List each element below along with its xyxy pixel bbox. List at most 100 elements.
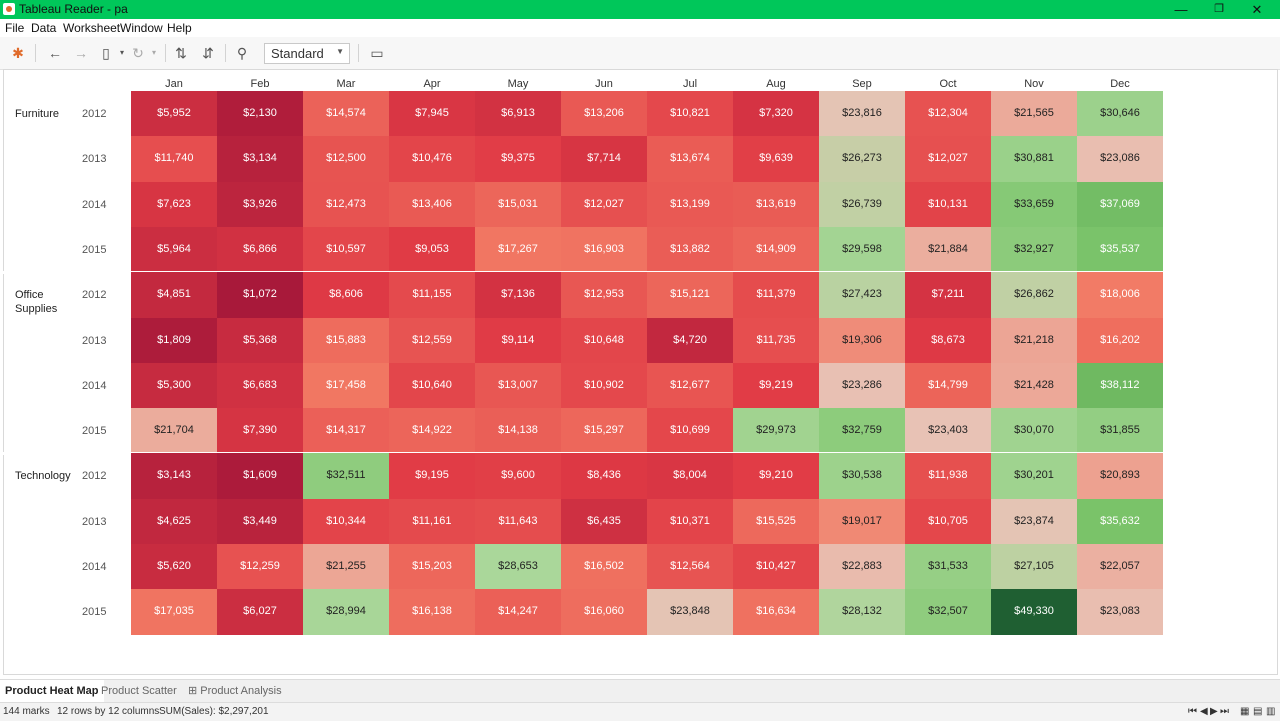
heatmap-cell[interactable]: $21,565: [991, 91, 1077, 137]
heatmap-cell[interactable]: $26,739: [819, 181, 905, 228]
heatmap-cell[interactable]: $1,609: [217, 453, 303, 500]
heatmap-cell[interactable]: $9,053: [389, 226, 475, 273]
heatmap-cell[interactable]: $2,130: [217, 91, 303, 137]
heatmap-cell[interactable]: $22,057: [1077, 544, 1163, 590]
heatmap-cell[interactable]: $28,994: [303, 589, 389, 636]
heatmap-cell[interactable]: $9,600: [475, 453, 561, 500]
heatmap-cell[interactable]: $10,476: [389, 136, 475, 183]
heatmap-cell[interactable]: $3,926: [217, 181, 303, 228]
heatmap-cell[interactable]: $9,210: [733, 453, 819, 500]
heatmap-cell[interactable]: $23,086: [1077, 136, 1163, 183]
heatmap-cell[interactable]: $6,866: [217, 226, 303, 273]
heatmap-cell[interactable]: $8,436: [561, 453, 647, 500]
heatmap-cell[interactable]: $5,368: [217, 317, 303, 364]
heatmap-cell[interactable]: $9,195: [389, 453, 475, 500]
heatmap-cell[interactable]: $3,143: [131, 453, 217, 500]
heatmap-cell[interactable]: $21,704: [131, 408, 217, 454]
heatmap-cell[interactable]: $7,211: [905, 272, 991, 318]
heatmap-cell[interactable]: $3,449: [217, 498, 303, 545]
heatmap-cell[interactable]: $5,964: [131, 226, 217, 273]
heatmap-cell[interactable]: $22,883: [819, 544, 905, 590]
heatmap-cell[interactable]: $23,874: [991, 498, 1077, 545]
heatmap-cell[interactable]: $16,634: [733, 589, 819, 636]
heatmap-cell[interactable]: $38,112: [1077, 362, 1163, 409]
heatmap-cell[interactable]: $30,646: [1077, 91, 1163, 137]
heatmap-cell[interactable]: $11,938: [905, 453, 991, 500]
heatmap-cell[interactable]: $5,300: [131, 362, 217, 409]
heatmap-cell[interactable]: $11,155: [389, 272, 475, 318]
heatmap-cell[interactable]: $10,131: [905, 181, 991, 228]
heatmap-cell[interactable]: $35,632: [1077, 498, 1163, 545]
heatmap-cell[interactable]: $31,533: [905, 544, 991, 590]
pin-icon[interactable]: ⚲: [233, 44, 251, 62]
heatmap-cell[interactable]: $15,031: [475, 181, 561, 228]
list-view-icon[interactable]: ▤: [1253, 706, 1262, 717]
heatmap-cell[interactable]: $19,017: [819, 498, 905, 545]
heatmap-cell[interactable]: $15,883: [303, 317, 389, 364]
heatmap-cell[interactable]: $6,435: [561, 498, 647, 545]
heatmap-cell[interactable]: $12,027: [561, 181, 647, 228]
heatmap-cell[interactable]: $15,121: [647, 272, 733, 318]
heatmap-cell[interactable]: $19,306: [819, 317, 905, 364]
heatmap-cell[interactable]: $11,735: [733, 317, 819, 364]
heatmap-cell[interactable]: $10,427: [733, 544, 819, 590]
heatmap-cell[interactable]: $26,273: [819, 136, 905, 183]
prev-sheet-icon[interactable]: ◀: [1200, 706, 1208, 717]
heatmap-cell[interactable]: $10,344: [303, 498, 389, 545]
heatmap-cell[interactable]: $14,922: [389, 408, 475, 454]
heatmap-cell[interactable]: $10,640: [389, 362, 475, 409]
heatmap-cell[interactable]: $10,371: [647, 498, 733, 545]
undo-icon[interactable]: ←: [46, 44, 64, 62]
heatmap-cell[interactable]: $37,069: [1077, 181, 1163, 228]
heatmap-cell[interactable]: $12,473: [303, 181, 389, 228]
heatmap-cell[interactable]: $32,759: [819, 408, 905, 454]
heatmap-cell[interactable]: $10,648: [561, 317, 647, 364]
heatmap-cell[interactable]: $7,320: [733, 91, 819, 137]
heatmap-cell[interactable]: $27,423: [819, 272, 905, 318]
heatmap-cell[interactable]: $14,317: [303, 408, 389, 454]
heatmap-cell[interactable]: $7,714: [561, 136, 647, 183]
heatmap-cell[interactable]: $23,286: [819, 362, 905, 409]
heatmap-cell[interactable]: $20,893: [1077, 453, 1163, 500]
heatmap-cell[interactable]: $8,606: [303, 272, 389, 318]
film-view-icon[interactable]: ▥: [1266, 706, 1275, 717]
maximize-button[interactable]: ❐: [1200, 0, 1238, 19]
menu-worksheet[interactable]: Worksheet: [63, 21, 120, 35]
heatmap-cell[interactable]: $14,909: [733, 226, 819, 273]
heatmap-cell[interactable]: $23,403: [905, 408, 991, 454]
heatmap-cell[interactable]: $30,881: [991, 136, 1077, 183]
heatmap-cell[interactable]: $6,683: [217, 362, 303, 409]
heatmap-cell[interactable]: $4,625: [131, 498, 217, 545]
heatmap-cell[interactable]: $15,297: [561, 408, 647, 454]
heatmap-cell[interactable]: $13,674: [647, 136, 733, 183]
heatmap-cell[interactable]: $14,138: [475, 408, 561, 454]
heatmap-cell[interactable]: $13,199: [647, 181, 733, 228]
heatmap-cell[interactable]: $14,574: [303, 91, 389, 137]
menu-data[interactable]: Data: [31, 21, 56, 35]
heatmap-cell[interactable]: $26,862: [991, 272, 1077, 318]
heatmap-cell[interactable]: $32,927: [991, 226, 1077, 273]
heatmap-cell[interactable]: $23,083: [1077, 589, 1163, 636]
tab-product-scatter[interactable]: Product Scatter: [96, 680, 182, 702]
tab-product-analysis[interactable]: ⊞ Product Analysis: [183, 680, 287, 702]
close-button[interactable]: ✕: [1238, 0, 1276, 19]
heatmap-cell[interactable]: $13,619: [733, 181, 819, 228]
heatmap-cell[interactable]: $32,507: [905, 589, 991, 636]
heatmap-cell[interactable]: $27,105: [991, 544, 1077, 590]
heatmap-cell[interactable]: $11,740: [131, 136, 217, 183]
heatmap-cell[interactable]: $7,136: [475, 272, 561, 318]
heatmap-cell[interactable]: $8,004: [647, 453, 733, 500]
heatmap-cell[interactable]: $13,406: [389, 181, 475, 228]
heatmap-cell[interactable]: $15,203: [389, 544, 475, 590]
heatmap-cell[interactable]: $33,659: [991, 181, 1077, 228]
heatmap-cell[interactable]: $21,428: [991, 362, 1077, 409]
heatmap-cell[interactable]: $8,673: [905, 317, 991, 364]
sort-ascending-icon[interactable]: ⇅: [172, 44, 190, 62]
heatmap-cell[interactable]: $28,132: [819, 589, 905, 636]
heatmap-cell[interactable]: $7,390: [217, 408, 303, 454]
heatmap-cell[interactable]: $11,643: [475, 498, 561, 545]
tab-product-heat-map[interactable]: Product Heat Map: [0, 680, 104, 702]
heatmap-cell[interactable]: $35,537: [1077, 226, 1163, 273]
first-sheet-icon[interactable]: ⏮: [1188, 706, 1197, 717]
grid-view-icon[interactable]: ▦: [1240, 706, 1249, 717]
